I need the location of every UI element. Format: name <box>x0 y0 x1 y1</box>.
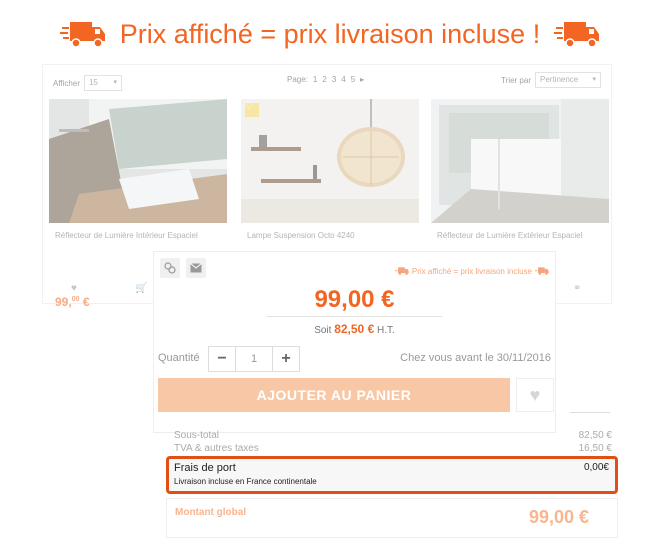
show-label: Afficher <box>53 78 80 88</box>
price-main: 99, <box>55 295 72 309</box>
delivery-truck-icon <box>554 22 600 48</box>
quantity-input[interactable]: 1 <box>235 347 273 371</box>
subtotal-row: Sous-total 82,50 € <box>174 430 612 441</box>
compare-icon[interactable]: ⚭ <box>573 283 581 294</box>
product-image[interactable] <box>49 99 227 223</box>
page-link-5[interactable]: 5 <box>351 75 355 84</box>
banner-text: Prix affiché = prix livraison incluse ! <box>119 18 541 49</box>
product-name[interactable]: Réflecteur de Lumière Extérieur Espaciel <box>437 231 582 240</box>
total-row: Montant global 99,00 € <box>166 498 618 538</box>
quantity-decrease-button[interactable]: − <box>209 347 235 371</box>
promo-banner: Prix affiché = prix livraison incluse ! <box>0 12 660 56</box>
quantity-increase-button[interactable]: + <box>273 347 299 371</box>
page-label: Page: <box>287 75 308 84</box>
page-link-2[interactable]: 2 <box>322 75 326 84</box>
summary-divider <box>570 412 610 413</box>
listing-toolbar: Afficher 15 ▾ Page: 1 2 3 4 5 ▸ Trier pa… <box>43 65 611 95</box>
delivery-truck-icon <box>535 267 549 275</box>
favorite-heart-icon[interactable]: ♡ <box>245 101 254 112</box>
tax-row: TVA & autres taxes 16,50 € <box>174 443 612 454</box>
subtotal-value: 82,50 € <box>578 430 612 441</box>
page-link-4[interactable]: 4 <box>341 75 345 84</box>
cart-summary: Sous-total 82,50 € TVA & autres taxes 16… <box>166 378 618 549</box>
chevron-down-icon: ▾ <box>592 76 596 83</box>
price-excl-tax: Soit 82,50 € H.T. <box>154 322 555 336</box>
quantity-label: Quantité <box>158 352 200 364</box>
product-name[interactable]: Lampe Suspension Octo 4240 <box>247 231 355 240</box>
price-divider <box>266 316 442 317</box>
delivery-truck-icon <box>59 22 105 48</box>
product-actions <box>160 258 206 278</box>
delivery-included-tag: Prix affiché = prix livraison incluse <box>394 266 549 276</box>
sort-select[interactable]: Pertinence ▾ <box>535 72 601 88</box>
total-value: 99,00 € <box>528 507 589 527</box>
tax-value: 16,50 € <box>578 443 612 454</box>
subtotal-label: Sous-total <box>174 430 220 441</box>
product-name[interactable]: Réflecteur de Lumière Intérieur Espaciel <box>55 231 198 240</box>
total-label: Montant global <box>175 507 247 518</box>
product-price: 99,00 € <box>55 295 90 309</box>
price-ht-value: 82,50 € <box>334 322 375 336</box>
price-ht-suffix: H.T. <box>377 325 395 336</box>
compare-icon[interactable] <box>160 258 180 278</box>
sort-value: Pertinence <box>540 75 579 84</box>
pagination: Page: 1 2 3 4 5 ▸ <box>287 75 364 84</box>
product-image[interactable] <box>431 99 609 223</box>
page-link-1[interactable]: 1 <box>313 75 317 84</box>
page-link-3[interactable]: 3 <box>332 75 336 84</box>
tax-label: TVA & autres taxes <box>174 443 259 454</box>
sort-control: Trier par Pertinence ▾ <box>501 72 601 88</box>
email-icon[interactable] <box>186 258 206 278</box>
per-page-select[interactable]: 15 ▾ <box>83 75 122 91</box>
chevron-down-icon: ▾ <box>113 79 117 86</box>
quantity-stepper: − 1 + <box>208 346 300 372</box>
delivery-truck-icon <box>394 267 409 275</box>
cart-icon[interactable]: 🛒 <box>135 283 147 294</box>
shipping-note: Livraison incluse en France continentale <box>174 477 317 486</box>
wishlist-heart-icon[interactable]: ♥ <box>71 283 77 294</box>
sort-label: Trier par <box>501 75 531 85</box>
shipping-value: 0,00€ <box>583 462 609 473</box>
shipping-row-highlighted: Frais de port Livraison incluse en Franc… <box>166 456 618 494</box>
delivery-estimate: Chez vous avant le 30/11/2016 <box>400 352 551 364</box>
show-per-page: Afficher 15 ▾ <box>53 75 122 91</box>
price-currency: € <box>79 295 90 309</box>
per-page-value: 15 <box>88 78 98 87</box>
product-image[interactable] <box>241 99 419 223</box>
next-page-icon[interactable]: ▸ <box>360 75 364 84</box>
delivery-included-text: Prix affiché = prix livraison incluse <box>411 266 532 276</box>
price-ht-prefix: Soit <box>314 325 332 336</box>
shipping-label: Frais de port <box>174 462 236 474</box>
product-price: 99,00 € <box>314 286 395 313</box>
